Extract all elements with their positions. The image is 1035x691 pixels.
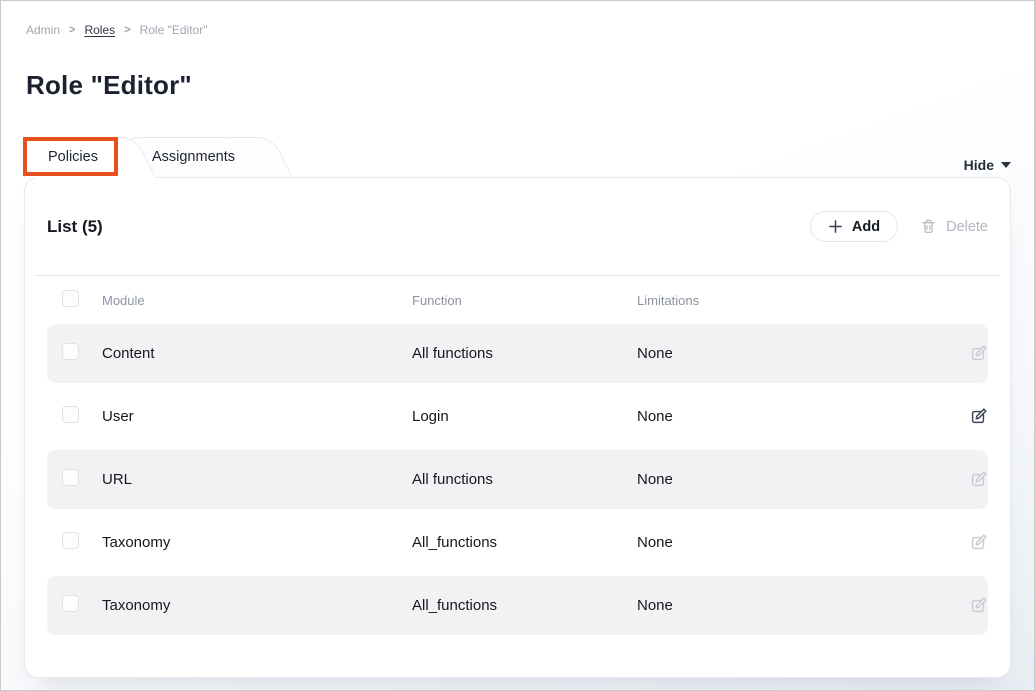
plus-icon — [828, 219, 843, 234]
cell-module: Content — [102, 345, 412, 362]
cell-function: All functions — [412, 345, 637, 362]
breadcrumb-item-current: Role "Editor" — [140, 23, 208, 37]
edit-icon — [969, 407, 988, 426]
list-toolbar: Add Delete — [810, 211, 988, 242]
breadcrumb: Admin > Roles > Role "Editor" — [1, 1, 1034, 37]
cell-limitations: None — [637, 345, 944, 362]
tabs-bar: Policies Assignments Hide — [24, 137, 1011, 177]
tab-policies[interactable]: Policies — [24, 137, 132, 177]
column-header-limitations: Limitations — [637, 293, 944, 308]
edit-icon — [969, 596, 988, 615]
list-title: List (5) — [47, 217, 103, 237]
table-row[interactable]: User Login None — [47, 387, 988, 446]
edit-row-button[interactable] — [944, 407, 988, 426]
row-checkbox[interactable] — [62, 532, 79, 549]
list-header: List (5) Add — [25, 178, 1010, 275]
tab-policies-label: Policies — [48, 149, 98, 165]
cell-module: URL — [102, 471, 412, 488]
row-checkbox[interactable] — [62, 595, 79, 612]
policies-table: Module Function Limitations Content All … — [25, 276, 1010, 635]
edit-icon — [969, 470, 988, 489]
edit-icon — [969, 344, 988, 363]
edit-icon — [969, 533, 988, 552]
table-row[interactable]: Taxonomy All_functions None — [47, 513, 988, 572]
cell-module: Taxonomy — [102, 597, 412, 614]
cell-function: All_functions — [412, 597, 637, 614]
delete-button-label: Delete — [946, 219, 988, 235]
table-header-row: Module Function Limitations — [47, 276, 988, 324]
edit-row-button[interactable] — [944, 596, 988, 615]
row-checkbox[interactable] — [62, 469, 79, 486]
breadcrumb-separator: > — [124, 24, 130, 36]
tab-assignments-label: Assignments — [152, 149, 235, 165]
breadcrumb-item-roles[interactable]: Roles — [84, 23, 115, 37]
cell-function: All functions — [412, 471, 637, 488]
row-checkbox[interactable] — [62, 406, 79, 423]
trash-icon — [920, 218, 937, 235]
column-header-function: Function — [412, 293, 637, 308]
cell-module: Taxonomy — [102, 534, 412, 551]
cell-limitations: None — [637, 471, 944, 488]
column-header-module: Module — [102, 293, 412, 308]
cell-limitations: None — [637, 534, 944, 551]
cell-module: User — [102, 408, 412, 425]
delete-button[interactable]: Delete — [920, 218, 988, 235]
table-row[interactable]: Taxonomy All_functions None — [47, 576, 988, 635]
select-all-checkbox[interactable] — [62, 290, 79, 307]
cell-limitations: None — [637, 408, 944, 425]
cell-function: All_functions — [412, 534, 637, 551]
hide-toggle-label: Hide — [964, 157, 994, 173]
hide-toggle[interactable]: Hide — [964, 157, 1011, 173]
chevron-down-icon — [1001, 162, 1011, 168]
cell-limitations: None — [637, 597, 944, 614]
edit-row-button[interactable] — [944, 470, 988, 489]
table-row[interactable]: Content All functions None — [47, 324, 988, 383]
edit-row-button[interactable] — [944, 533, 988, 552]
app-window: Admin > Roles > Role "Editor" Role "Edit… — [0, 0, 1035, 691]
breadcrumb-separator: > — [69, 24, 75, 36]
edit-row-button[interactable] — [944, 344, 988, 363]
table-row[interactable]: URL All functions None — [47, 450, 988, 509]
add-button-label: Add — [852, 219, 880, 235]
row-checkbox[interactable] — [62, 343, 79, 360]
breadcrumb-item-admin[interactable]: Admin — [26, 23, 60, 37]
page-title: Role "Editor" — [26, 70, 1034, 100]
cell-function: Login — [412, 408, 637, 425]
policies-panel: List (5) Add — [24, 177, 1011, 678]
add-button[interactable]: Add — [810, 211, 898, 242]
